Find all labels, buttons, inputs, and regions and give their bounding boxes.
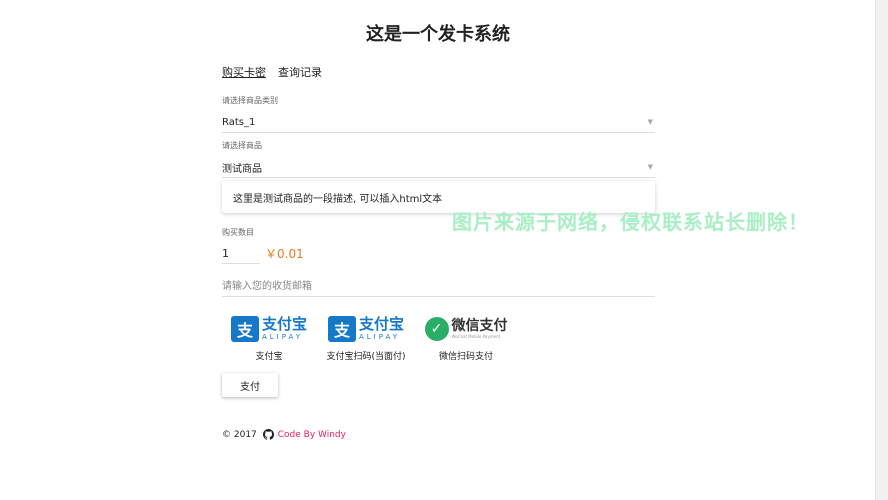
- category-select[interactable]: Rats_1 ▼: [222, 112, 655, 133]
- tab-query-records[interactable]: 查询记录: [278, 64, 322, 80]
- product-label: 请选择商品: [222, 141, 262, 150]
- category-value: Rats_1: [222, 116, 256, 128]
- alipay-logo-icon: 支 支付宝 ALIPAY: [230, 314, 307, 344]
- page: 这是一个发卡系统 购买卡密 查询记录 请选择商品类别 Rats_1 ▼ 请选择商…: [0, 0, 888, 500]
- scrollbar[interactable]: [875, 0, 888, 500]
- pay-button[interactable]: 支付: [222, 373, 278, 397]
- caret-down-icon: ▼: [647, 163, 653, 171]
- wechat-pay-logo-icon: ✓ 微信支付 WeChat Mobile Payment: [424, 314, 508, 344]
- product-select[interactable]: 测试商品 ▼: [222, 157, 655, 178]
- product-field: 请选择商品 测试商品 ▼: [222, 140, 655, 178]
- email-input[interactable]: [222, 276, 655, 297]
- payment-wechat[interactable]: ✓ 微信支付 WeChat Mobile Payment 微信扫码支付: [416, 314, 516, 362]
- github-icon: [262, 429, 274, 440]
- copyright-text: © 2017: [222, 429, 257, 440]
- payment-methods: 支 支付宝 ALIPAY 支付宝 支 支付宝 ALIPAY 支付宝扫码(当面付)…: [222, 314, 516, 362]
- watermark-text: 图片来源于网络，侵权联系站长删除！: [452, 210, 809, 234]
- quantity-field: 购买数目 ￥0.01: [222, 227, 304, 264]
- category-label: 请选择商品类别: [222, 96, 278, 105]
- category-field: 请选择商品类别 Rats_1 ▼: [222, 95, 655, 133]
- product-description-text: 这里是测试商品的一段描述, 可以插入html文本: [233, 193, 443, 205]
- product-value: 测试商品: [222, 163, 262, 175]
- payment-alipay-qr-label: 支付宝扫码(当面付): [326, 352, 406, 362]
- caret-down-icon: ▼: [647, 118, 653, 126]
- footer-author-link[interactable]: Code By Windy: [278, 430, 346, 440]
- payment-alipay-label: 支付宝: [255, 352, 283, 362]
- price-label: ￥0.01: [265, 247, 304, 261]
- payment-alipay[interactable]: 支 支付宝 ALIPAY 支付宝: [222, 314, 316, 362]
- tab-bar: 购买卡密 查询记录: [222, 64, 322, 80]
- quantity-label: 购买数目: [222, 228, 254, 237]
- tab-buy-card[interactable]: 购买卡密: [222, 64, 266, 80]
- quantity-input[interactable]: [222, 243, 260, 264]
- payment-alipay-qr[interactable]: 支 支付宝 ALIPAY 支付宝扫码(当面付): [316, 314, 416, 363]
- footer: © 2017 Code By Windy: [222, 429, 346, 440]
- payment-wechat-label: 微信扫码支付: [438, 352, 493, 362]
- alipay-logo-icon: 支 支付宝 ALIPAY: [327, 314, 404, 344]
- page-title: 这是一个发卡系统: [366, 24, 510, 45]
